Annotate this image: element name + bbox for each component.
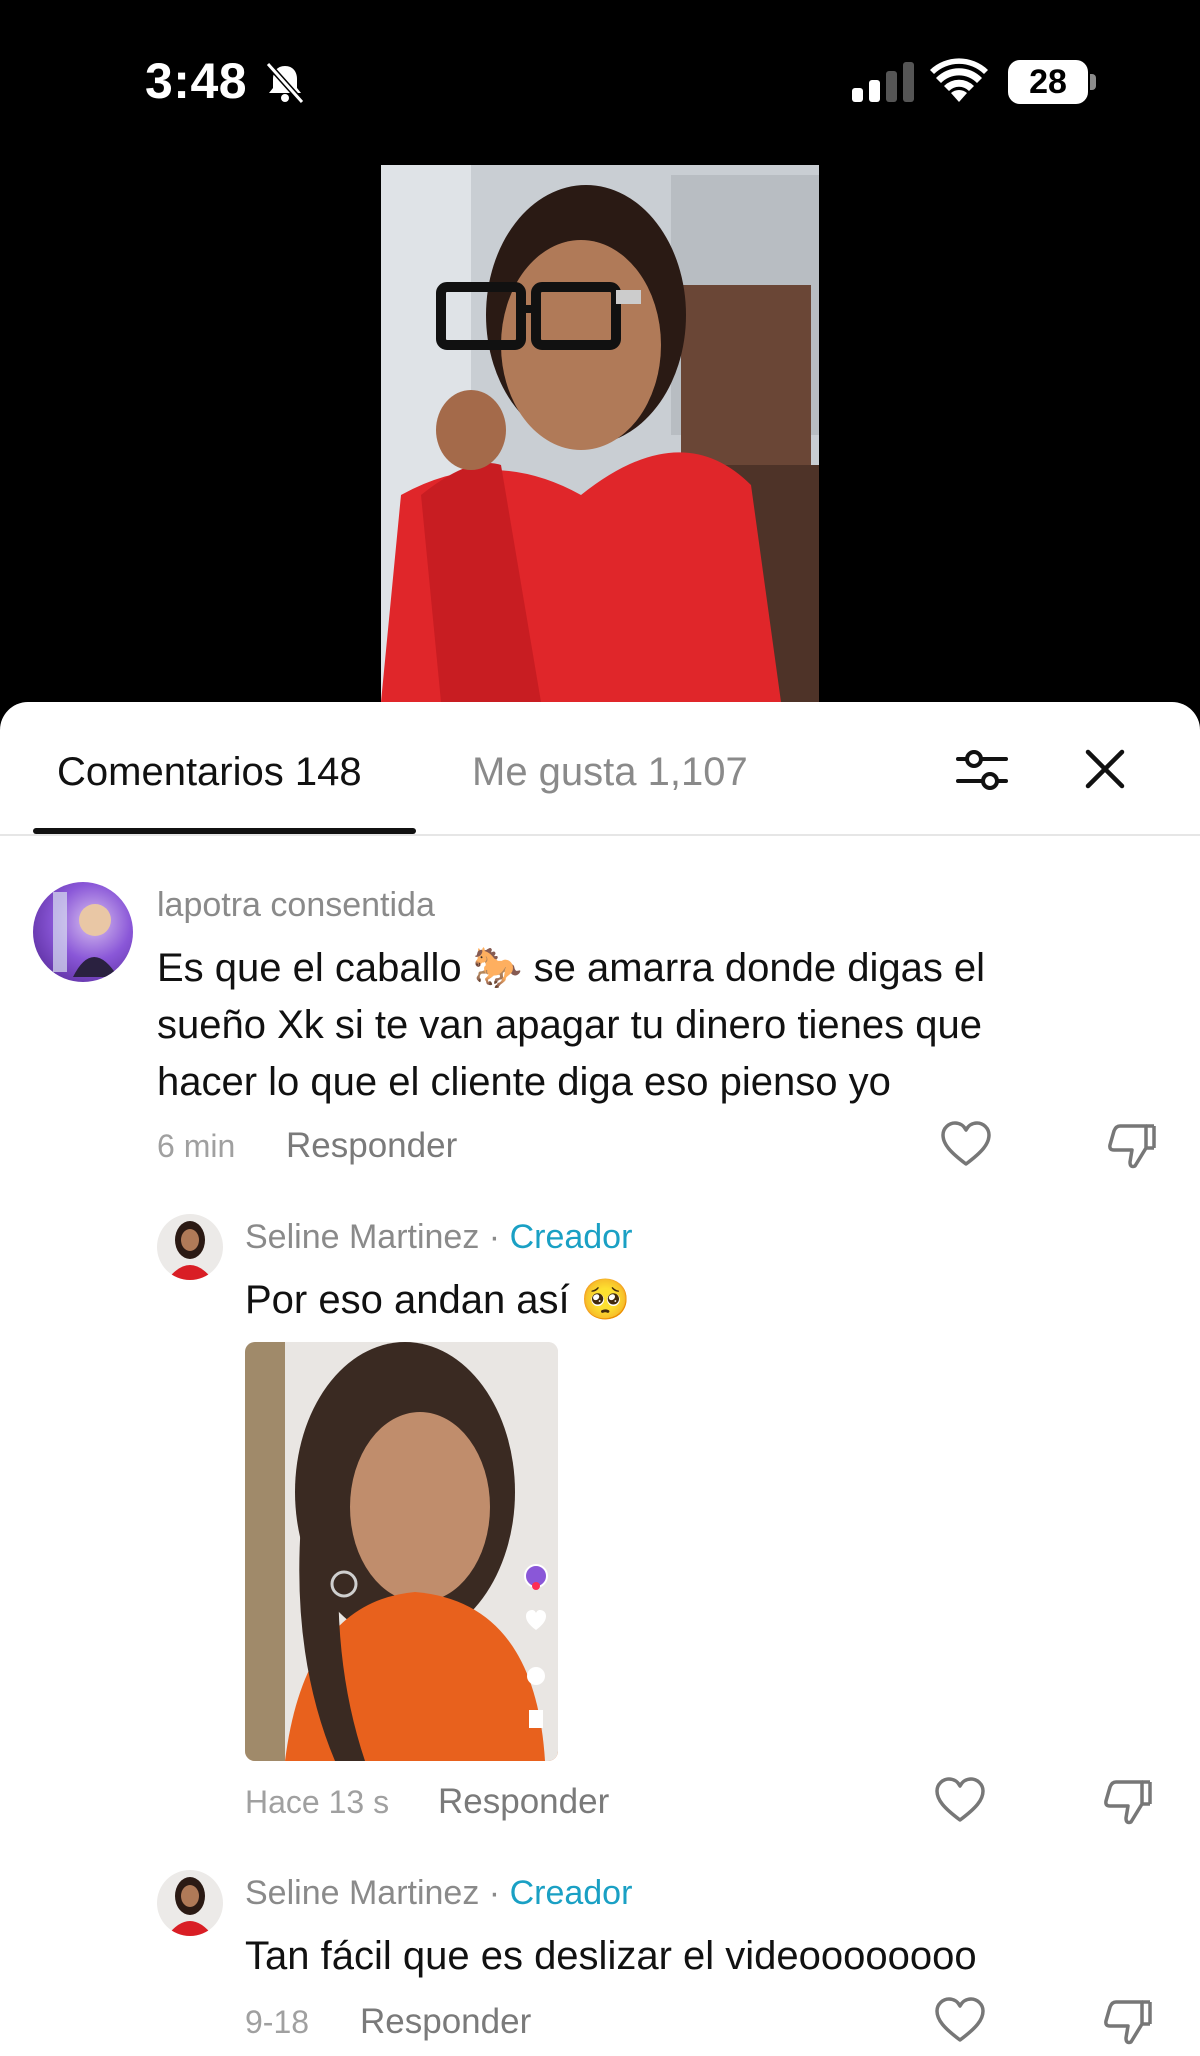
comment-text: Por eso andan así 🥺 xyxy=(245,1278,631,1322)
comment-text-line: Es que el caballo 🐎 se amarra donde diga… xyxy=(157,946,986,990)
bell-slash-icon xyxy=(265,61,305,105)
reply-button[interactable]: Responder xyxy=(438,1782,609,1822)
active-tab-indicator xyxy=(33,828,416,834)
creator-badge: Creador xyxy=(509,1874,633,1912)
comments-sheet: Comentarios 148 Me gusta 1,107 lapotra c… xyxy=(0,702,1200,2056)
avatar[interactable] xyxy=(157,1214,223,1280)
reply-button[interactable]: Responder xyxy=(286,1126,457,1166)
avatar-image xyxy=(167,1221,213,1280)
avatar[interactable] xyxy=(33,882,133,982)
thumbs-down-icon[interactable] xyxy=(1106,1122,1158,1170)
comment-media-thumbnail[interactable] xyxy=(245,1342,558,1761)
heart-icon[interactable] xyxy=(934,1996,986,2044)
comment-timestamp: 6 min xyxy=(157,1128,236,1164)
username-text: Seline Martinez xyxy=(245,1218,480,1256)
status-bar: 3:48 28 xyxy=(0,0,1200,165)
comment-text: Es que el caballo 🐎 se amarra donde diga… xyxy=(157,940,985,1111)
video-preview-image xyxy=(381,165,819,702)
tab-likes[interactable]: Me gusta 1,107 xyxy=(472,750,748,795)
thumbs-down-icon[interactable] xyxy=(1102,1998,1154,2046)
comment-timestamp: Hace 13 s xyxy=(245,1784,390,1820)
creator-badge: Creador xyxy=(509,1218,633,1256)
comment-username[interactable]: Seline Martinez · Creador xyxy=(245,1874,632,1913)
comment-text: Tan fácil que es deslizar el videooooooo… xyxy=(245,1934,977,1978)
tab-bar: Comentarios 148 Me gusta 1,107 xyxy=(0,702,1200,836)
close-icon[interactable] xyxy=(1082,746,1128,792)
sliders-icon[interactable] xyxy=(956,744,1008,796)
username-separator: · xyxy=(479,1218,510,1256)
comment-username[interactable]: Seline Martinez · Creador xyxy=(245,1218,632,1257)
avatar-image xyxy=(167,1877,213,1936)
battery-tip xyxy=(1090,74,1096,90)
comment-username[interactable]: lapotra consentida xyxy=(157,886,435,925)
comment-timestamp: 9-18 xyxy=(245,2004,310,2040)
status-time: 3:48 xyxy=(145,53,248,109)
heart-icon[interactable] xyxy=(940,1120,992,1168)
battery-indicator: 28 xyxy=(1008,60,1096,104)
avatar[interactable] xyxy=(157,1870,223,1936)
thumbs-down-icon[interactable] xyxy=(1102,1778,1154,1826)
avatar-image xyxy=(53,892,118,977)
username-text: Seline Martinez xyxy=(245,1874,480,1912)
comment-text-line: sueño Xk si te van apagar tu dinero tien… xyxy=(157,1003,982,1047)
cellular-signal-icon xyxy=(852,62,914,102)
wifi-icon xyxy=(930,58,988,102)
username-separator: · xyxy=(479,1874,510,1912)
heart-icon[interactable] xyxy=(934,1776,986,1824)
media-thumbnail-image xyxy=(245,1342,558,1761)
reply-button[interactable]: Responder xyxy=(360,2002,531,2042)
thumbnail-action-icons xyxy=(524,1564,548,1728)
comment-text-line: hacer lo que el cliente diga eso pienso … xyxy=(157,1060,891,1104)
tab-comments[interactable]: Comentarios 148 xyxy=(57,750,362,795)
battery-level: 28 xyxy=(1008,60,1088,104)
video-preview[interactable] xyxy=(381,165,819,702)
